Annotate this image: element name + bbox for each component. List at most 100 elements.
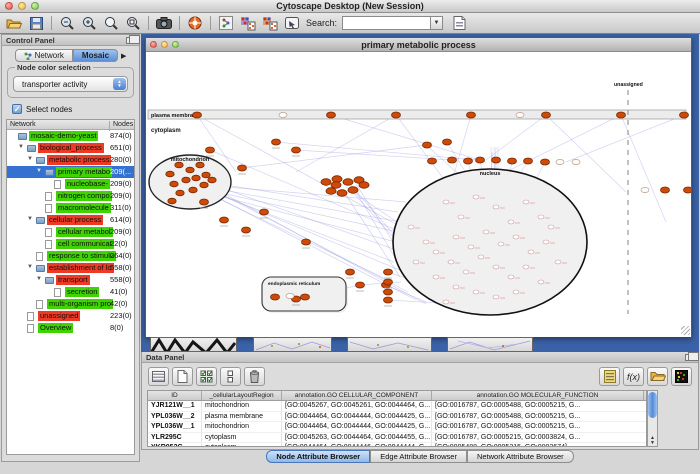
tree-row-label: Overview <box>38 323 73 333</box>
tree-row[interactable]: response to stimulu264(0) <box>7 250 134 262</box>
select-nodes-checkbox[interactable]: ✓ <box>12 104 22 114</box>
table-row[interactable]: YKR052Ccytoplasm[GO:0044464, GO:0044446,… <box>148 443 646 447</box>
tree-row[interactable]: nucleobase-209(0) <box>7 178 134 190</box>
table-row[interactable]: YLR295Ccytoplasm[GO:0045263, GO:0044464,… <box>148 433 646 444</box>
minimize-button[interactable] <box>18 2 26 10</box>
snapshot-icon[interactable] <box>154 14 174 32</box>
expand-arrow-icon[interactable]: ▼ <box>18 144 24 150</box>
expand-arrow-icon[interactable]: ▼ <box>27 264 33 270</box>
folder-icon <box>18 133 27 140</box>
table-row[interactable]: YJR121W__1mitochondrion[GO:0045267, GO:0… <box>148 401 646 412</box>
network-tree-panel: Network Nodes mosaic-demo-yeast874(0)▼bi… <box>6 119 135 455</box>
tree-row-count: 22(0) <box>110 239 128 248</box>
matrix-icon[interactable] <box>671 367 692 386</box>
table-cell: mitochondrion <box>202 422 282 432</box>
float-panel-icon[interactable] <box>126 37 135 44</box>
background-window-fragment[interactable] <box>447 337 533 352</box>
table-scrollbar[interactable]: ▲▼ <box>647 390 658 447</box>
network-canvas[interactable]: plasma membranecytoplasmmitochondrionnuc… <box>146 52 691 337</box>
tree-row[interactable]: ▼metabolic process280(0) <box>7 154 134 166</box>
search-dropdown-icon[interactable]: ▼ <box>430 16 443 30</box>
scrollbar-thumb[interactable] <box>648 392 657 418</box>
search-input[interactable] <box>342 16 430 30</box>
function-builder-icon[interactable]: f(x) <box>623 367 644 386</box>
tree-row[interactable]: cellular metabol209(0) <box>7 226 134 238</box>
tree-row[interactable]: ▼cellular process614(0) <box>7 214 134 226</box>
background-window-fragment[interactable] <box>150 337 237 352</box>
table-cell: [GO:0044464, GO:0044446, GO:0044444, G..… <box>282 443 432 447</box>
save-session-icon[interactable] <box>26 14 46 32</box>
expand-arrow-icon[interactable]: ▼ <box>27 216 33 222</box>
file-icon <box>36 252 43 261</box>
table-col-header[interactable]: ID <box>148 391 202 400</box>
import-attributes-icon[interactable] <box>647 367 668 386</box>
background-window-fragment[interactable] <box>253 337 332 352</box>
background-window-fragment[interactable] <box>347 337 432 352</box>
tree-row[interactable]: ▼establishment of lo558(0) <box>7 262 134 274</box>
zoom-in-icon[interactable] <box>79 14 99 32</box>
copy-network-view-icon[interactable] <box>238 14 258 32</box>
expand-arrow-icon[interactable]: ▼ <box>36 276 42 282</box>
node-color-dropdown[interactable]: transporter activity ▲▼ <box>13 76 128 92</box>
table-cell: [GO:0005488, GO:0005215, GO:0003674] <box>432 443 644 447</box>
tree-row[interactable]: unassigned223(0) <box>7 310 134 322</box>
view-minimize-button[interactable] <box>161 41 168 48</box>
zoom-button[interactable] <box>31 2 39 10</box>
table-row[interactable]: YPL036W__2plasma membrane[GO:0044464, GO… <box>148 412 646 423</box>
table-col-header[interactable]: annotation.GO MOLECULAR_FUNCTION <box>432 391 644 400</box>
destroy-network-icon[interactable] <box>216 14 236 32</box>
network-graph[interactable]: plasma membranecytoplasmmitochondrionnuc… <box>146 52 691 337</box>
attribute-batch-editor-icon[interactable] <box>599 367 620 386</box>
tree-row-label: nucleobase- <box>65 179 110 189</box>
float-panel-icon[interactable] <box>685 354 694 361</box>
help-icon[interactable] <box>185 14 205 32</box>
annotation-icon[interactable] <box>282 14 302 32</box>
import-table-icon[interactable] <box>449 14 469 32</box>
tree-row[interactable]: nitrogen compo209(0) <box>7 190 134 202</box>
select-attributes-icon[interactable] <box>148 367 169 386</box>
tree-row[interactable]: macromolecule311(0) <box>7 202 134 214</box>
expand-arrow-icon[interactable]: ▼ <box>36 168 42 174</box>
zoom-fit-icon[interactable] <box>123 14 143 32</box>
network-view-window[interactable]: primary metabolic process plasma membran… <box>145 37 692 337</box>
tab-network-attribute-browser[interactable]: Network Attribute Browser <box>467 450 574 463</box>
folder-icon <box>27 145 36 152</box>
tab-mosaic[interactable]: Mosaic <box>73 49 118 62</box>
select-all-attributes-icon[interactable] <box>196 367 217 386</box>
attribute-table[interactable]: ID_cellularLayoutRegionannotation.GO CEL… <box>147 390 647 447</box>
table-col-header[interactable]: _cellularLayoutRegion <box>202 391 282 400</box>
tree-row[interactable]: Overview8(0) <box>7 322 134 334</box>
open-session-icon[interactable] <box>4 14 24 32</box>
view-resize-grip-icon[interactable] <box>681 326 690 335</box>
svg-text:cytoplasm: cytoplasm <box>151 128 181 134</box>
tree-col-network[interactable]: Network <box>10 121 36 128</box>
tab-edge-attribute-browser[interactable]: Edge Attribute Browser <box>370 450 467 463</box>
zoom-out-icon[interactable] <box>57 14 77 32</box>
delete-attribute-icon[interactable] <box>244 367 265 386</box>
copy-network-icon[interactable] <box>260 14 280 32</box>
scrollbar-arrows-icon[interactable]: ▲▼ <box>648 436 657 446</box>
tab-node-attribute-browser[interactable]: Node Attribute Browser <box>266 450 370 463</box>
tree-row[interactable]: cell communicat22(0) <box>7 238 134 250</box>
tab-network[interactable]: Network <box>15 49 73 62</box>
unselect-all-attributes-icon[interactable] <box>220 367 241 386</box>
zoom-selected-icon[interactable] <box>101 14 121 32</box>
tree-row-label: macromolecule <box>56 203 111 213</box>
expand-arrow-icon[interactable]: ▼ <box>27 156 33 162</box>
tree-row[interactable]: ▼transport558(0) <box>7 274 134 286</box>
close-button[interactable] <box>5 2 13 10</box>
network-view-titlebar[interactable]: primary metabolic process <box>146 38 691 52</box>
table-row[interactable]: YPL036W__1mitochondrion[GO:0044464, GO:0… <box>148 422 646 433</box>
tree-row[interactable]: mosaic-demo-yeast874(0) <box>7 130 134 142</box>
view-close-button[interactable] <box>150 41 157 48</box>
svg-text:nucleus: nucleus <box>480 171 501 177</box>
create-attribute-icon[interactable] <box>172 367 193 386</box>
tree-row[interactable]: ▼primary metabo209(... <box>7 166 134 178</box>
table-col-header[interactable]: annotation.GO CELLULAR_COMPONENT <box>282 391 432 400</box>
tree-row[interactable]: multi-organism pro42(0) <box>7 298 134 310</box>
table-cell: mitochondrion <box>202 401 282 411</box>
tab-overflow-icon[interactable]: ▶ <box>121 52 126 60</box>
tree-row[interactable]: ▼biological_process651(0) <box>7 142 134 154</box>
view-zoom-button[interactable] <box>172 41 179 48</box>
tree-row[interactable]: secretion41(0) <box>7 286 134 298</box>
